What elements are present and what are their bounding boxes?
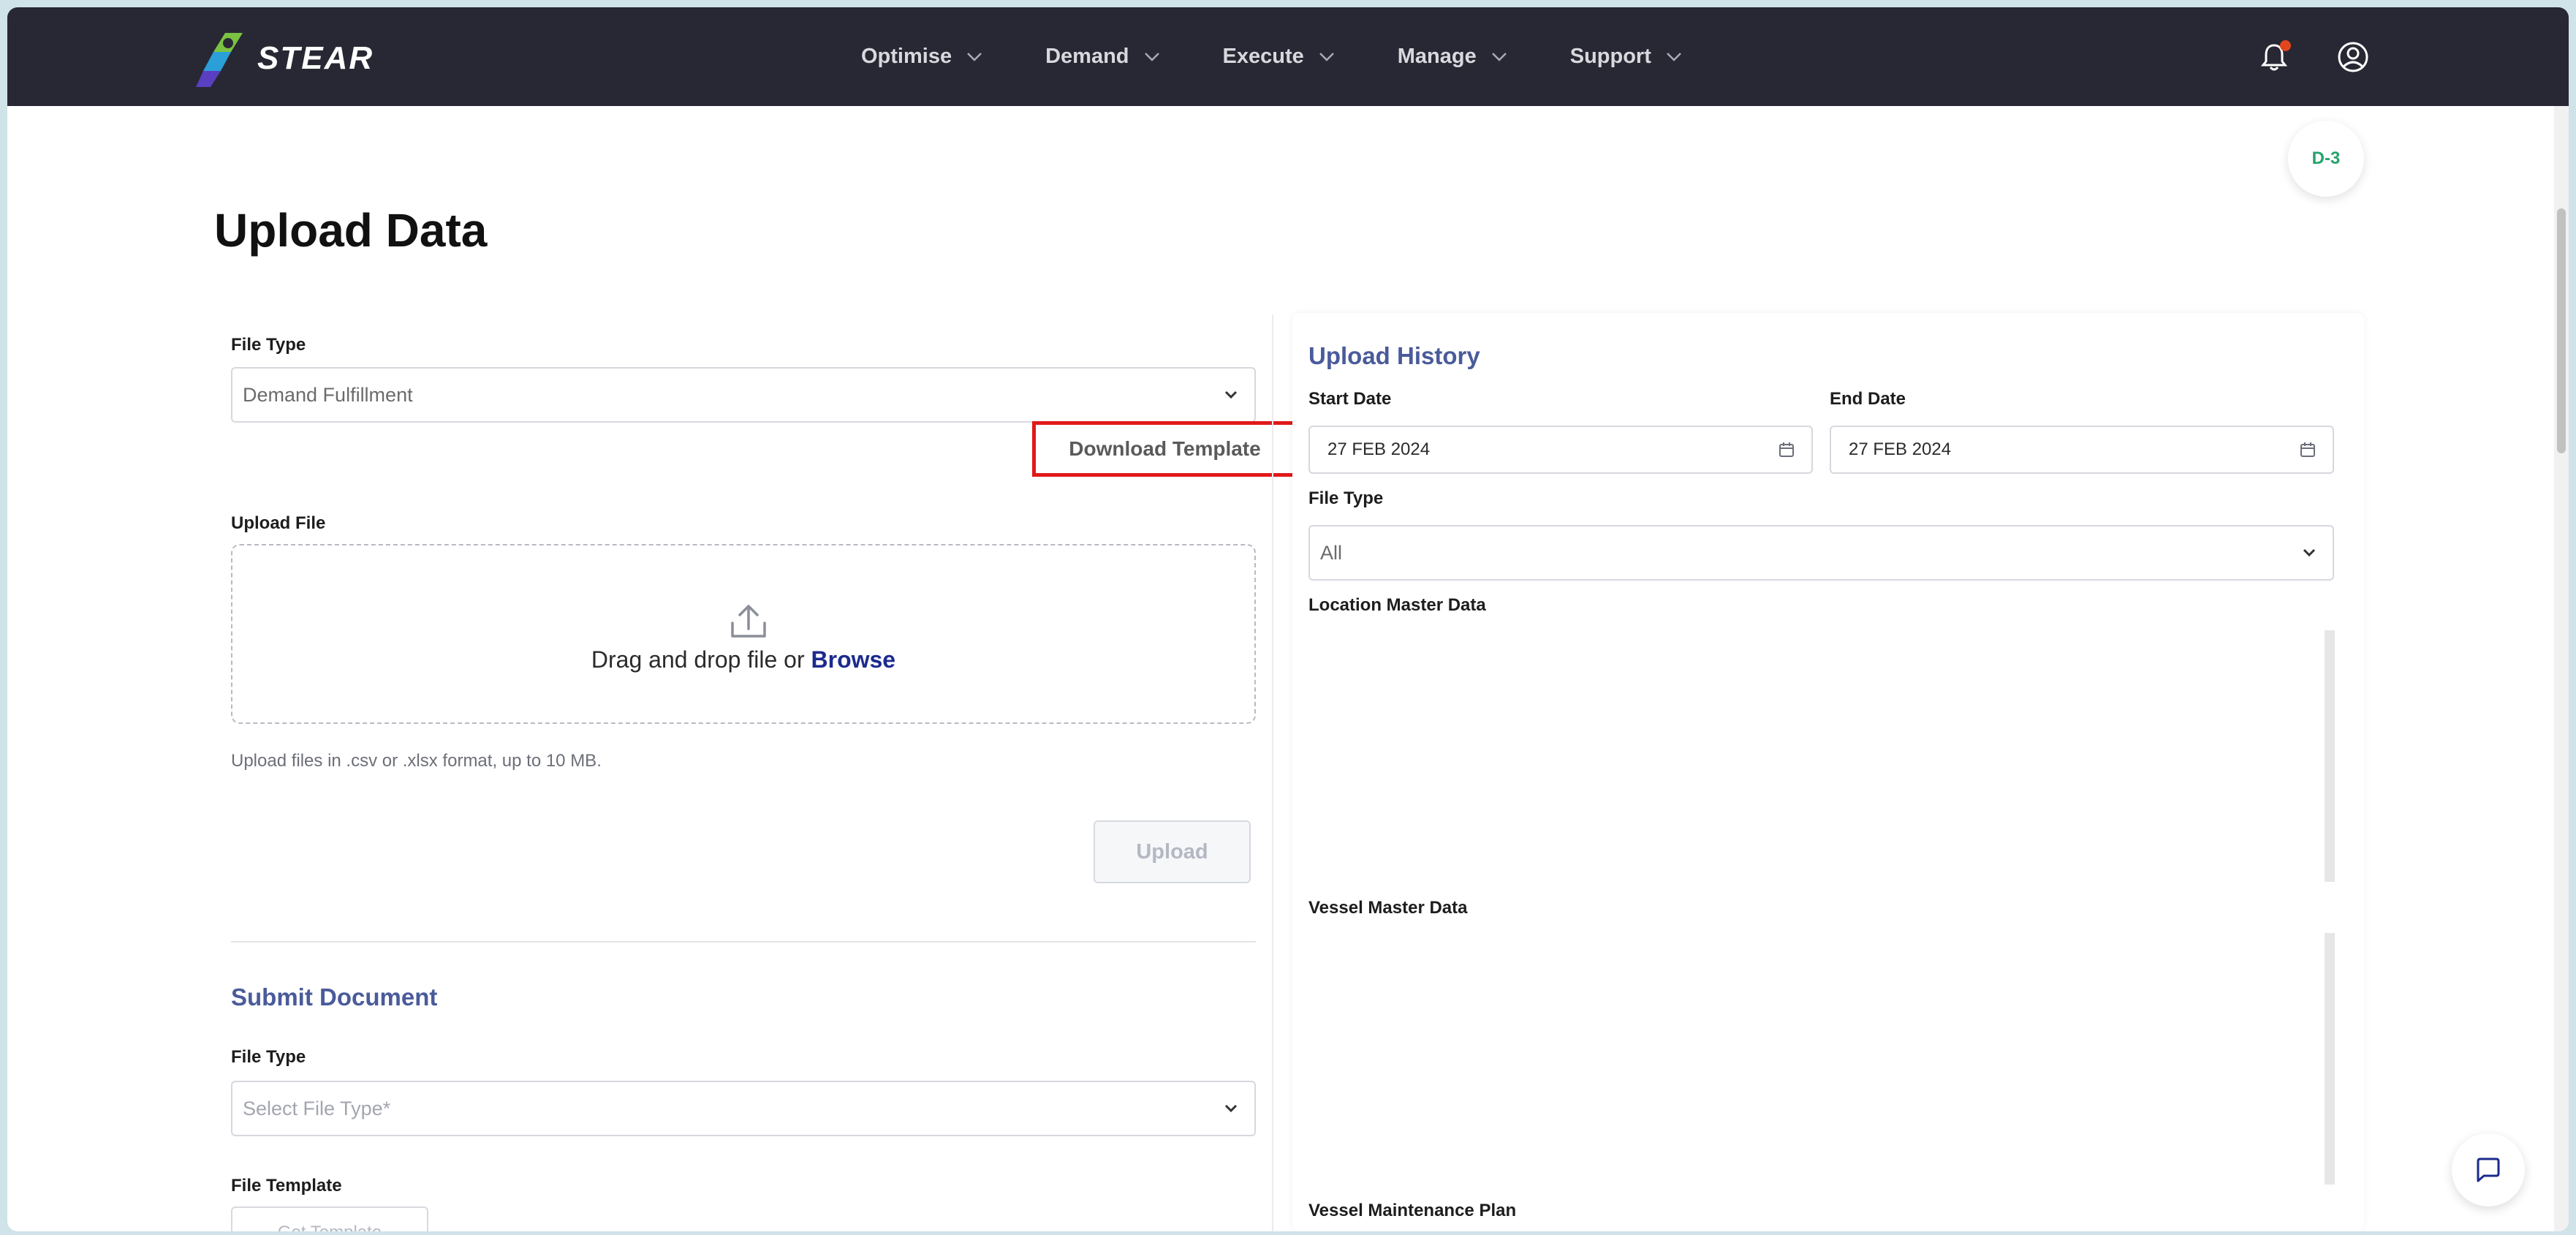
chat-button[interactable] [2452,1133,2525,1206]
nav-support-label: Support [1569,45,1651,68]
submit-file-type-placeholder: Select File Type* [243,1097,391,1119]
upload-hint: Upload files in .csv or .xlsx format, up… [231,751,602,771]
chevron-down-icon [1224,390,1238,399]
history-file-type-value: All [1320,541,1343,564]
browse-link[interactable]: Browse [811,646,896,673]
history-group-scrollbar[interactable] [2325,933,2335,1185]
nav-demand[interactable]: Demand [1045,45,1159,69]
column-divider [1272,314,1273,1231]
file-type-select[interactable]: Demand Fulfillment [231,367,1256,423]
download-template-button[interactable]: Download Template [1032,421,1298,477]
dropzone-text: Drag and drop file or Browse [232,646,1254,673]
user-avatar-icon [2338,42,2368,72]
nav-optimise-label: Optimise [861,45,952,68]
user-profile-button[interactable] [2336,40,2370,74]
scrollbar-thumb[interactable] [2557,208,2566,453]
start-date-input[interactable]: 27 FEB 2024 [1308,426,1813,474]
notification-dot [2280,40,2291,51]
chevron-down-icon [2303,548,2316,557]
history-file-type-select[interactable]: All [1308,525,2334,581]
chevron-down-icon [967,52,982,61]
upload-button[interactable]: Upload [1094,820,1251,883]
start-date-value: 27 FEB 2024 [1327,439,1431,459]
submit-document-title: Submit Document [231,983,438,1011]
file-dropzone[interactable]: Drag and drop file or Browse [231,544,1256,724]
history-group-title: Location Master Data [1308,595,1486,615]
end-date-label: End Date [1830,389,1906,409]
nav-manage[interactable]: Manage [1398,45,1507,69]
end-date-input[interactable]: 27 FEB 2024 [1830,426,2334,474]
calendar-icon [1779,442,1794,457]
version-badge[interactable]: D-3 [2288,121,2364,197]
dropzone-instruction: Drag and drop file or [591,646,805,673]
calendar-icon [2300,442,2315,457]
nav-manage-label: Manage [1397,45,1477,68]
nav-optimise[interactable]: Optimise [861,45,982,69]
chevron-down-icon [1319,52,1334,61]
upload-icon [731,605,766,638]
file-type-value: Demand Fulfillment [243,383,413,406]
stear-logo-icon [196,33,243,87]
main-nav: Optimise Demand Execute Manage Support [861,7,1745,106]
get-template-button[interactable]: Get Template [231,1206,428,1231]
upload-history-title: Upload History [1308,342,1480,369]
chevron-down-icon [1224,1104,1238,1113]
upload-history-panel: Upload History Start Date 27 FEB 2024 En… [1292,313,2364,1231]
history-group-scrollbar[interactable] [2325,630,2335,882]
nav-demand-label: Demand [1045,45,1129,68]
file-template-label: File Template [231,1176,342,1196]
nav-execute-label: Execute [1222,45,1304,68]
history-group-title: Vessel Maintenance Plan [1308,1201,1517,1220]
nav-support[interactable]: Support [1570,45,1682,69]
history-file-type-label: File Type [1308,488,1384,508]
page-title: Upload Data [214,204,488,257]
app-logo[interactable]: STEAR [196,29,374,88]
chevron-down-icon [1144,52,1159,61]
chevron-down-icon [1667,52,1681,61]
submit-file-type-select[interactable]: Select File Type* [231,1081,1256,1136]
app-window: STEAR Optimise Demand Execute Manage Sup… [7,7,2569,1231]
page-scrollbar[interactable] [2554,106,2569,1231]
notifications-button[interactable] [2257,40,2291,74]
submit-file-type-label: File Type [231,1047,306,1067]
start-date-label: Start Date [1308,389,1392,409]
nav-execute[interactable]: Execute [1223,45,1335,69]
chat-bubble-icon [2477,1157,2500,1182]
logo-text: STEAR [257,40,374,76]
end-date-value: 27 FEB 2024 [1849,439,1952,459]
upload-file-label: Upload File [231,513,326,533]
chevron-down-icon [1491,52,1507,61]
history-group-title: Vessel Master Data [1308,898,1468,918]
top-navigation-bar: STEAR Optimise Demand Execute Manage Sup… [7,7,2569,106]
file-type-label: File Type [231,335,306,355]
section-divider [231,941,1256,943]
